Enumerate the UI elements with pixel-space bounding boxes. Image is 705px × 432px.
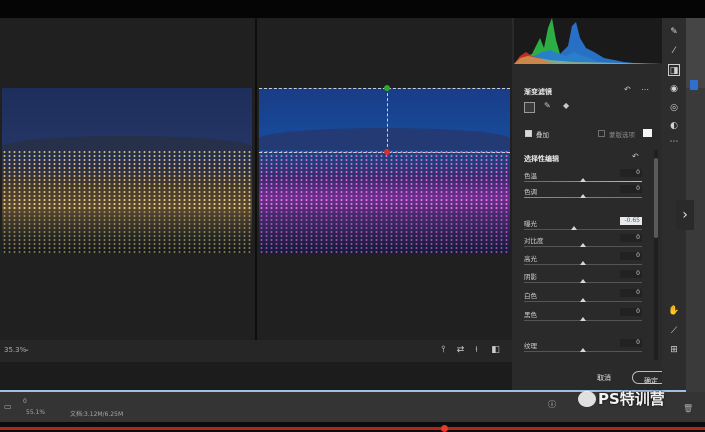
compare-view-icon[interactable]: ⫯	[438, 345, 449, 356]
navigator-icon[interactable]: ▭	[4, 402, 12, 411]
histogram-graph	[514, 18, 662, 64]
slider-label: 曝光	[524, 220, 537, 228]
slider-label: 色温	[524, 172, 537, 180]
slider-value-input[interactable]: 0	[620, 289, 642, 297]
document-info: 文档:3.12M/6.25M	[70, 411, 124, 418]
gradient-filter-icon[interactable]: ◨	[668, 64, 680, 76]
slider-thumb[interactable]	[580, 348, 586, 352]
radial-filter-icon[interactable]: ◉	[668, 83, 680, 95]
wechat-logo-icon	[578, 391, 596, 407]
slider-thumb[interactable]	[580, 261, 586, 265]
adjustment-panel	[512, 18, 662, 390]
after-photo[interactable]	[259, 88, 510, 253]
selective-edit-title: 选择性编辑	[524, 155, 559, 163]
slider-value-input[interactable]: 0	[620, 169, 642, 177]
slider-label: 白色	[524, 292, 537, 300]
slider-label: 高光	[524, 255, 537, 263]
brush-icon[interactable]: ✎	[544, 101, 551, 110]
watermark-text: PS特训营	[598, 390, 665, 408]
swap-icon[interactable]: ⇄	[455, 345, 466, 356]
overlay-label: 叠加	[536, 131, 549, 139]
before-after-divider	[255, 18, 257, 340]
mask-option-checkbox[interactable]	[598, 130, 605, 137]
chevron-down-icon[interactable]: ⌄	[24, 345, 30, 353]
gradient-filter-title: 渐变滤镜	[524, 88, 552, 96]
slider-label: 纹理	[524, 342, 537, 350]
top-black-bar	[0, 0, 705, 18]
grid-icon[interactable]: ⊞	[668, 344, 680, 356]
red-eye-icon[interactable]: ◎	[668, 102, 680, 114]
view-toolbar: 35.3% ⌄ ⫯ ⇄ ⫮ ◧	[0, 340, 512, 362]
gradient-guide-center[interactable]	[387, 88, 388, 152]
before-photo	[2, 88, 252, 253]
slider-label: 黑色	[524, 311, 537, 319]
zoom-level[interactable]: 35.3%	[4, 346, 26, 354]
slider-thumb[interactable]	[580, 317, 586, 321]
more-icon[interactable]: ⋯	[641, 85, 649, 94]
pencil-icon[interactable]: ✎	[668, 26, 680, 38]
hand-icon[interactable]: ✋	[668, 305, 680, 317]
slider-thumb[interactable]	[580, 243, 586, 247]
ok-button-label: 确定	[644, 377, 658, 385]
slider-value-input[interactable]: 0	[620, 185, 642, 193]
slider-track[interactable]	[524, 229, 642, 230]
slider-thumb[interactable]	[580, 279, 586, 283]
video-progress-fill[interactable]	[0, 427, 705, 430]
eraser-icon[interactable]: ◆	[563, 101, 569, 110]
copy-settings-icon[interactable]: ⫮	[471, 345, 482, 356]
panel-scrollbar-thumb[interactable]	[654, 158, 658, 238]
overlay-checkbox[interactable]	[525, 130, 532, 137]
slider-value-input[interactable]: 0	[620, 308, 642, 316]
histogram	[514, 18, 662, 64]
trash-icon[interactable]: 🗑	[683, 404, 693, 413]
slider-thumb[interactable]	[571, 226, 577, 230]
slider-value-input[interactable]: -0.65	[620, 217, 642, 225]
brush-icon[interactable]: ⁄	[668, 45, 680, 57]
slider-value-input[interactable]: 0	[620, 270, 642, 278]
split-view-icon[interactable]: ◧	[490, 345, 501, 356]
video-progress-handle[interactable]	[441, 425, 448, 432]
slider-label: 色调	[524, 188, 537, 196]
mountain-ridge	[259, 128, 510, 150]
mask-option-label: 蒙版选项	[609, 131, 635, 139]
slider-label: 对比度	[524, 237, 544, 245]
reset-arrow-icon[interactable]: ↶	[632, 152, 639, 161]
host-app-panel-top	[686, 18, 705, 88]
page-zoom[interactable]: 55.1%	[26, 409, 45, 416]
slider-value-input[interactable]: 0	[620, 234, 642, 242]
slider-value-input[interactable]: 0	[620, 339, 642, 347]
chevron-right-icon[interactable]: ›	[676, 200, 694, 230]
more-icon[interactable]: ⋯	[668, 136, 680, 148]
status-left-marker: 0	[23, 398, 27, 405]
slider-thumb[interactable]	[580, 194, 586, 198]
slider-value-input[interactable]: 0	[620, 252, 642, 260]
city-lights	[259, 198, 510, 253]
cancel-button[interactable]: 取消	[597, 373, 611, 383]
gradient-start-pin[interactable]	[384, 85, 390, 91]
info-icon[interactable]: ⓘ	[548, 399, 556, 410]
overlay-color-swatch[interactable]	[643, 129, 652, 137]
slider-label: 阴影	[524, 273, 537, 281]
gradient-mask-button[interactable]	[524, 102, 535, 113]
host-app-tab[interactable]	[690, 80, 698, 90]
slider-thumb[interactable]	[580, 298, 586, 302]
eyedropper-icon[interactable]: ⟋	[668, 325, 680, 337]
reset-arrow-icon[interactable]: ↶	[624, 85, 631, 94]
presets-icon[interactable]: ◐	[668, 120, 680, 132]
gradient-end-pin[interactable]	[384, 149, 390, 155]
city-lights	[2, 198, 252, 253]
slider-thumb[interactable]	[580, 178, 586, 182]
